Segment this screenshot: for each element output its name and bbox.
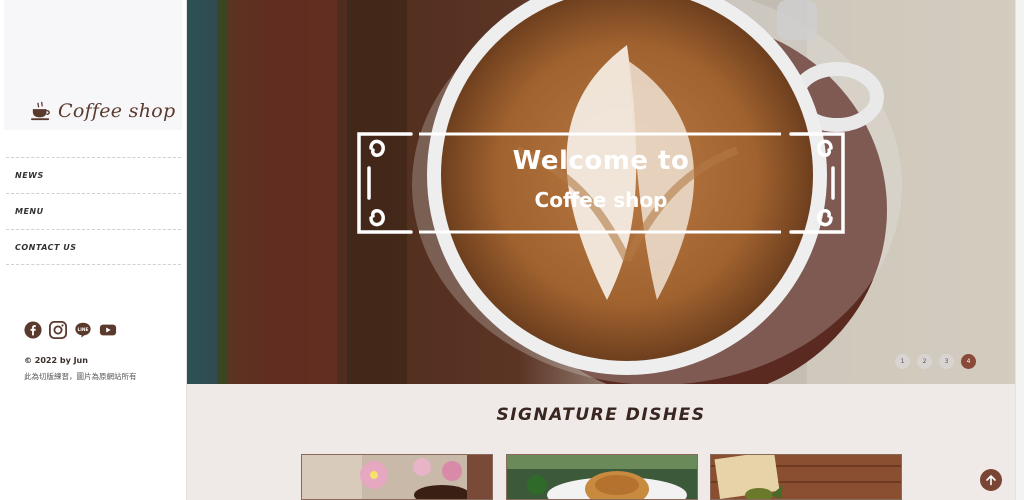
dish-image-bagel [507, 455, 697, 499]
dish-image-wooden-table [711, 455, 901, 499]
brand-logo[interactable]: Coffee shop [30, 100, 175, 122]
line-icon-label: LINE [78, 327, 89, 333]
carousel-dot-4[interactable]: 4 [961, 354, 976, 369]
carousel-pagination: 1 2 3 4 [895, 354, 976, 369]
page: Coffee shop NEWS MENU CONTACT US LINE © … [0, 0, 1024, 500]
line-icon[interactable]: LINE [74, 321, 92, 339]
brand-name: Coffee shop [58, 100, 176, 122]
youtube-icon[interactable] [99, 321, 117, 339]
scrollbar[interactable] [1015, 0, 1024, 500]
carousel-dot-3[interactable]: 3 [939, 354, 954, 369]
nav-item-menu[interactable]: MENU [6, 193, 181, 229]
nav-item-contact-us[interactable]: CONTACT US [6, 229, 181, 265]
hero-title-line2: Coffee shop [534, 188, 668, 212]
section-title: SIGNATURE DISHES [496, 405, 706, 425]
social-links: LINE [24, 321, 117, 339]
sidebar: Coffee shop NEWS MENU CONTACT US LINE © … [0, 0, 187, 500]
dish-image-flowers-coffee-beans [302, 455, 492, 499]
dish-card-3[interactable] [710, 454, 902, 500]
nav-item-news[interactable]: NEWS [6, 157, 181, 193]
carousel-dot-1[interactable]: 1 [895, 354, 910, 369]
arrow-up-icon [986, 475, 996, 486]
dish-card-1[interactable] [301, 454, 493, 500]
main-nav: NEWS MENU CONTACT US [6, 157, 181, 265]
hero-banner: Welcome to Coffee shop 1 2 3 4 [187, 0, 1015, 384]
facebook-icon[interactable] [24, 321, 42, 339]
instagram-icon[interactable] [49, 321, 67, 339]
coffee-cup-icon [31, 101, 50, 121]
hero-title-line1: Welcome to [512, 146, 690, 176]
disclaimer-note: 此為切版練習，圖片為原網站所有 [24, 372, 137, 381]
carousel-dot-2[interactable]: 2 [917, 354, 932, 369]
copyright-text: © 2022 by Jun [24, 356, 88, 365]
back-to-top-button[interactable] [980, 469, 1002, 491]
dish-card-2[interactable] [506, 454, 698, 500]
